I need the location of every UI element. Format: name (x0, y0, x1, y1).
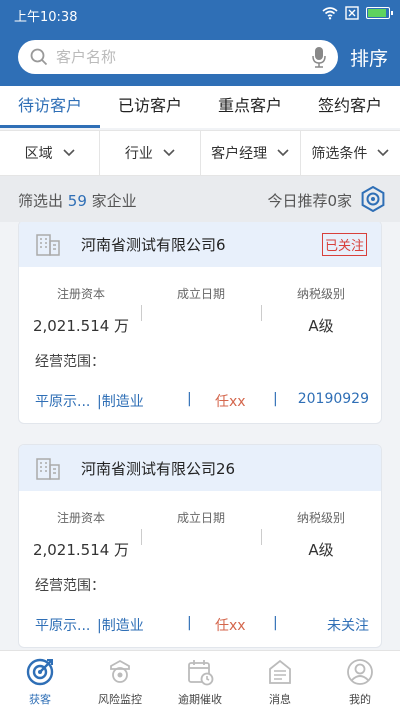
footer-separator: | (273, 615, 278, 631)
business-scope-label: 经营范围： (35, 578, 105, 594)
battery-icon (366, 7, 393, 19)
nav-risk-monitor-label: 风险监控 (98, 693, 142, 706)
tax-level-value: A级 (308, 317, 334, 335)
tab-key-customers[interactable]: 重点客户 (200, 86, 300, 128)
filter-region[interactable]: 区域 (0, 131, 101, 175)
filter-conditions[interactable]: 筛选条件 (301, 131, 400, 175)
user-icon (347, 659, 373, 685)
filter-bar: 区域 行业 客户经理 筛选条件 (0, 130, 400, 176)
industry-text: |制造业 (97, 394, 144, 410)
company-card-header: 河南省测试有限公司6 已关注 (19, 222, 381, 267)
nav-messages[interactable]: 消息 (240, 651, 320, 711)
follow-toggle[interactable]: 未关注 (327, 615, 369, 635)
sort-button[interactable]: 排序 (350, 44, 388, 71)
column-divider (141, 305, 142, 321)
company-name[interactable]: 河南省测试有限公司26 (81, 458, 235, 479)
microphone-icon[interactable] (312, 46, 326, 68)
company-name[interactable]: 河南省测试有限公司6 (81, 234, 226, 255)
footer-separator: | (273, 391, 278, 407)
filter-manager[interactable]: 客户经理 (201, 131, 301, 175)
tab-visited[interactable]: 已访客户 (100, 86, 200, 128)
customer-tabs: 待访客户 已访客户 重点客户 签约客户 (0, 86, 400, 128)
status-bar: 上午10:38 (0, 0, 400, 28)
filter-industry[interactable]: 行业 (100, 131, 201, 175)
chevron-down-icon (63, 149, 75, 157)
filter-manager-label: 客户经理 (211, 146, 268, 162)
filter-conditions-label: 筛选条件 (311, 146, 368, 162)
search-input[interactable] (56, 48, 312, 66)
manager-text: 任xx (215, 394, 246, 410)
company-card-footer: 平原示... |制造业 | 任xx | 20190929 (19, 391, 381, 415)
search-bar[interactable] (18, 40, 338, 74)
company-card[interactable]: 河南省测试有限公司26 注册资本 2,021.514 万 成立日期 纳税级别 A级 … (18, 444, 382, 648)
capital-label: 注册资本 (56, 287, 105, 301)
nav-risk-monitor[interactable]: 风险监控 (80, 651, 160, 711)
company-card[interactable]: 河南省测试有限公司6 已关注 注册资本 2,021.514 万 成立日期 纳税级别… (18, 222, 382, 424)
nav-acquire-label: 获客 (29, 693, 51, 706)
message-icon (269, 659, 291, 684)
nav-profile-label: 我的 (349, 693, 371, 706)
column-divider (141, 529, 142, 545)
filter-region-label: 区域 (24, 146, 53, 162)
region-text: 平原示... (35, 394, 91, 410)
building-icon (36, 234, 60, 256)
calendar-clock-icon (188, 660, 214, 686)
wifi-icon (322, 7, 338, 20)
company-card-footer: 平原示... |制造业 | 任xx | 未关注 (19, 615, 381, 639)
result-summary: 筛选出 59 家企业 今日推荐0家 (0, 176, 400, 222)
nav-acquire[interactable]: 获客 (0, 651, 80, 711)
filter-industry-label: 行业 (124, 146, 153, 162)
capital-value: 2,021.514 万 (32, 541, 130, 559)
company-card-header: 河南省测试有限公司26 (19, 445, 381, 491)
app-header: 排序 (0, 28, 400, 86)
search-icon (30, 48, 48, 66)
recommend-text[interactable]: 今日推荐0家 (267, 190, 352, 211)
company-info-row: 注册资本 2,021.514 万 成立日期 纳税级别 A级 (19, 491, 381, 559)
status-icons (322, 6, 393, 20)
tab-signed[interactable]: 签约客户 (300, 86, 400, 128)
nav-messages-label: 消息 (269, 693, 291, 706)
capital-label: 注册资本 (56, 511, 105, 525)
business-scope-label: 经营范围： (35, 354, 105, 370)
footer-date: 20190929 (297, 391, 369, 407)
nav-overdue-label: 逾期催收 (178, 693, 222, 706)
tax-level-label: 纳税级别 (296, 287, 345, 301)
status-time: 上午10:38 (14, 10, 78, 25)
nav-overdue[interactable]: 逾期催收 (160, 651, 240, 711)
chevron-down-icon (377, 149, 389, 157)
chevron-down-icon (163, 149, 175, 157)
target-icon (26, 658, 54, 686)
tax-level-label: 纳税级别 (296, 511, 345, 525)
nav-profile[interactable]: 我的 (320, 651, 400, 711)
result-count: 59 (67, 192, 87, 210)
manager-text: 任xx (215, 618, 246, 634)
active-tab-indicator (0, 125, 100, 128)
company-list: 河南省测试有限公司6 已关注 注册资本 2,021.514 万 成立日期 纳税级别… (0, 222, 400, 650)
industry-text: |制造业 (97, 618, 144, 634)
chevron-down-icon (277, 149, 289, 157)
footer-separator: | (187, 391, 192, 407)
footer-separator: | (187, 615, 192, 631)
founded-label: 成立日期 (176, 287, 225, 301)
result-suffix: 家企业 (91, 192, 137, 210)
capital-value: 2,021.514 万 (32, 317, 130, 335)
result-count-text: 筛选出 59 家企业 (18, 190, 137, 211)
tax-level-value: A级 (308, 541, 334, 559)
building-icon (36, 458, 60, 480)
result-prefix: 筛选出 (18, 192, 64, 210)
tab-pending-visit[interactable]: 待访客户 (0, 86, 100, 128)
follow-status-badge[interactable]: 已关注 (321, 233, 367, 256)
company-info-row: 注册资本 2,021.514 万 成立日期 纳税级别 A级 (19, 267, 381, 335)
recommend-settings-icon[interactable] (360, 186, 386, 212)
founded-label: 成立日期 (176, 511, 225, 525)
no-sim-icon (345, 6, 359, 20)
camera-icon (110, 659, 130, 683)
region-text: 平原示... (35, 618, 91, 634)
bottom-navigation: 获客 风险监控 逾期催收 消息 我的 (0, 650, 400, 711)
